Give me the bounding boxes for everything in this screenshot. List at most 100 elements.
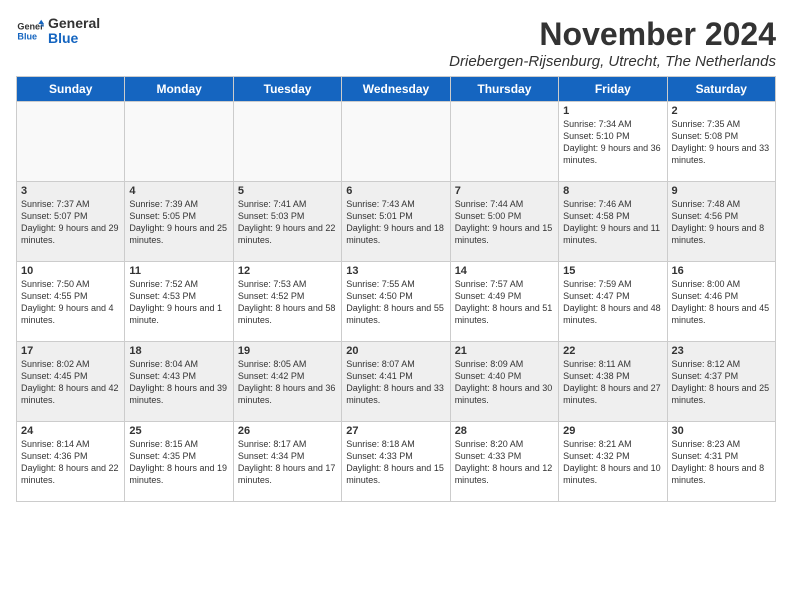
calendar-cell: 20Sunrise: 8:07 AM Sunset: 4:41 PM Dayli… bbox=[342, 342, 450, 422]
calendar-week-row: 24Sunrise: 8:14 AM Sunset: 4:36 PM Dayli… bbox=[17, 422, 776, 502]
day-info: Sunrise: 7:44 AM Sunset: 5:00 PM Dayligh… bbox=[455, 198, 554, 247]
logo: General Blue General Blue bbox=[16, 16, 100, 47]
calendar-table: SundayMondayTuesdayWednesdayThursdayFrid… bbox=[16, 76, 776, 502]
day-info: Sunrise: 8:00 AM Sunset: 4:46 PM Dayligh… bbox=[672, 278, 771, 327]
day-info: Sunrise: 8:05 AM Sunset: 4:42 PM Dayligh… bbox=[238, 358, 337, 407]
calendar-cell bbox=[450, 102, 558, 182]
day-info: Sunrise: 7:53 AM Sunset: 4:52 PM Dayligh… bbox=[238, 278, 337, 327]
day-number: 4 bbox=[129, 185, 228, 197]
day-info: Sunrise: 7:35 AM Sunset: 5:08 PM Dayligh… bbox=[672, 118, 771, 167]
calendar-cell: 4Sunrise: 7:39 AM Sunset: 5:05 PM Daylig… bbox=[125, 182, 233, 262]
day-number: 27 bbox=[346, 425, 445, 437]
calendar-cell bbox=[17, 102, 125, 182]
day-number: 2 bbox=[672, 105, 771, 117]
weekday-header-thursday: Thursday bbox=[450, 77, 558, 102]
logo-icon: General Blue bbox=[16, 17, 44, 45]
title-section: November 2024 Driebergen-Rijsenburg, Utr… bbox=[449, 16, 776, 70]
calendar-week-row: 3Sunrise: 7:37 AM Sunset: 5:07 PM Daylig… bbox=[17, 182, 776, 262]
day-info: Sunrise: 8:07 AM Sunset: 4:41 PM Dayligh… bbox=[346, 358, 445, 407]
day-number: 28 bbox=[455, 425, 554, 437]
weekday-header-tuesday: Tuesday bbox=[233, 77, 341, 102]
day-info: Sunrise: 7:55 AM Sunset: 4:50 PM Dayligh… bbox=[346, 278, 445, 327]
calendar-week-row: 17Sunrise: 8:02 AM Sunset: 4:45 PM Dayli… bbox=[17, 342, 776, 422]
day-info: Sunrise: 7:59 AM Sunset: 4:47 PM Dayligh… bbox=[563, 278, 662, 327]
day-number: 3 bbox=[21, 185, 120, 197]
day-info: Sunrise: 8:12 AM Sunset: 4:37 PM Dayligh… bbox=[672, 358, 771, 407]
day-number: 18 bbox=[129, 345, 228, 357]
calendar-week-row: 10Sunrise: 7:50 AM Sunset: 4:55 PM Dayli… bbox=[17, 262, 776, 342]
calendar-cell: 18Sunrise: 8:04 AM Sunset: 4:43 PM Dayli… bbox=[125, 342, 233, 422]
svg-text:Blue: Blue bbox=[17, 32, 37, 42]
location-subtitle: Driebergen-Rijsenburg, Utrecht, The Neth… bbox=[449, 53, 776, 70]
calendar-cell bbox=[342, 102, 450, 182]
day-number: 26 bbox=[238, 425, 337, 437]
day-number: 13 bbox=[346, 265, 445, 277]
day-number: 19 bbox=[238, 345, 337, 357]
day-info: Sunrise: 8:14 AM Sunset: 4:36 PM Dayligh… bbox=[21, 438, 120, 487]
day-number: 11 bbox=[129, 265, 228, 277]
calendar-cell: 5Sunrise: 7:41 AM Sunset: 5:03 PM Daylig… bbox=[233, 182, 341, 262]
calendar-cell: 24Sunrise: 8:14 AM Sunset: 4:36 PM Dayli… bbox=[17, 422, 125, 502]
day-info: Sunrise: 8:15 AM Sunset: 4:35 PM Dayligh… bbox=[129, 438, 228, 487]
calendar-cell: 15Sunrise: 7:59 AM Sunset: 4:47 PM Dayli… bbox=[559, 262, 667, 342]
calendar-cell: 11Sunrise: 7:52 AM Sunset: 4:53 PM Dayli… bbox=[125, 262, 233, 342]
day-number: 10 bbox=[21, 265, 120, 277]
day-number: 5 bbox=[238, 185, 337, 197]
day-number: 14 bbox=[455, 265, 554, 277]
weekday-header-wednesday: Wednesday bbox=[342, 77, 450, 102]
calendar-cell: 16Sunrise: 8:00 AM Sunset: 4:46 PM Dayli… bbox=[667, 262, 775, 342]
day-info: Sunrise: 8:21 AM Sunset: 4:32 PM Dayligh… bbox=[563, 438, 662, 487]
page-header: General Blue General Blue November 2024 … bbox=[16, 16, 776, 70]
calendar-cell: 12Sunrise: 7:53 AM Sunset: 4:52 PM Dayli… bbox=[233, 262, 341, 342]
day-info: Sunrise: 7:52 AM Sunset: 4:53 PM Dayligh… bbox=[129, 278, 228, 327]
day-number: 24 bbox=[21, 425, 120, 437]
day-number: 23 bbox=[672, 345, 771, 357]
calendar-cell: 30Sunrise: 8:23 AM Sunset: 4:31 PM Dayli… bbox=[667, 422, 775, 502]
weekday-header-row: SundayMondayTuesdayWednesdayThursdayFrid… bbox=[17, 77, 776, 102]
day-info: Sunrise: 7:46 AM Sunset: 4:58 PM Dayligh… bbox=[563, 198, 662, 247]
day-number: 20 bbox=[346, 345, 445, 357]
day-info: Sunrise: 8:20 AM Sunset: 4:33 PM Dayligh… bbox=[455, 438, 554, 487]
day-info: Sunrise: 7:34 AM Sunset: 5:10 PM Dayligh… bbox=[563, 118, 662, 167]
day-info: Sunrise: 7:50 AM Sunset: 4:55 PM Dayligh… bbox=[21, 278, 120, 327]
day-number: 6 bbox=[346, 185, 445, 197]
calendar-cell: 28Sunrise: 8:20 AM Sunset: 4:33 PM Dayli… bbox=[450, 422, 558, 502]
calendar-cell: 8Sunrise: 7:46 AM Sunset: 4:58 PM Daylig… bbox=[559, 182, 667, 262]
calendar-cell: 27Sunrise: 8:18 AM Sunset: 4:33 PM Dayli… bbox=[342, 422, 450, 502]
calendar-cell: 17Sunrise: 8:02 AM Sunset: 4:45 PM Dayli… bbox=[17, 342, 125, 422]
calendar-cell: 29Sunrise: 8:21 AM Sunset: 4:32 PM Dayli… bbox=[559, 422, 667, 502]
day-info: Sunrise: 7:39 AM Sunset: 5:05 PM Dayligh… bbox=[129, 198, 228, 247]
calendar-cell bbox=[233, 102, 341, 182]
calendar-cell: 22Sunrise: 8:11 AM Sunset: 4:38 PM Dayli… bbox=[559, 342, 667, 422]
calendar-cell: 10Sunrise: 7:50 AM Sunset: 4:55 PM Dayli… bbox=[17, 262, 125, 342]
calendar-week-row: 1Sunrise: 7:34 AM Sunset: 5:10 PM Daylig… bbox=[17, 102, 776, 182]
day-info: Sunrise: 8:04 AM Sunset: 4:43 PM Dayligh… bbox=[129, 358, 228, 407]
day-info: Sunrise: 8:17 AM Sunset: 4:34 PM Dayligh… bbox=[238, 438, 337, 487]
day-number: 12 bbox=[238, 265, 337, 277]
day-info: Sunrise: 8:02 AM Sunset: 4:45 PM Dayligh… bbox=[21, 358, 120, 407]
day-info: Sunrise: 8:11 AM Sunset: 4:38 PM Dayligh… bbox=[563, 358, 662, 407]
day-number: 1 bbox=[563, 105, 662, 117]
calendar-cell: 21Sunrise: 8:09 AM Sunset: 4:40 PM Dayli… bbox=[450, 342, 558, 422]
calendar-cell: 9Sunrise: 7:48 AM Sunset: 4:56 PM Daylig… bbox=[667, 182, 775, 262]
calendar-cell: 14Sunrise: 7:57 AM Sunset: 4:49 PM Dayli… bbox=[450, 262, 558, 342]
day-info: Sunrise: 8:23 AM Sunset: 4:31 PM Dayligh… bbox=[672, 438, 771, 487]
day-info: Sunrise: 7:43 AM Sunset: 5:01 PM Dayligh… bbox=[346, 198, 445, 247]
day-number: 25 bbox=[129, 425, 228, 437]
weekday-header-friday: Friday bbox=[559, 77, 667, 102]
day-number: 22 bbox=[563, 345, 662, 357]
calendar-cell: 7Sunrise: 7:44 AM Sunset: 5:00 PM Daylig… bbox=[450, 182, 558, 262]
calendar-cell: 13Sunrise: 7:55 AM Sunset: 4:50 PM Dayli… bbox=[342, 262, 450, 342]
day-number: 29 bbox=[563, 425, 662, 437]
calendar-cell: 25Sunrise: 8:15 AM Sunset: 4:35 PM Dayli… bbox=[125, 422, 233, 502]
day-number: 21 bbox=[455, 345, 554, 357]
day-number: 16 bbox=[672, 265, 771, 277]
day-number: 17 bbox=[21, 345, 120, 357]
calendar-cell bbox=[125, 102, 233, 182]
day-info: Sunrise: 7:57 AM Sunset: 4:49 PM Dayligh… bbox=[455, 278, 554, 327]
calendar-cell: 23Sunrise: 8:12 AM Sunset: 4:37 PM Dayli… bbox=[667, 342, 775, 422]
calendar-cell: 3Sunrise: 7:37 AM Sunset: 5:07 PM Daylig… bbox=[17, 182, 125, 262]
day-number: 15 bbox=[563, 265, 662, 277]
logo-blue-text: Blue bbox=[48, 31, 100, 46]
day-info: Sunrise: 7:41 AM Sunset: 5:03 PM Dayligh… bbox=[238, 198, 337, 247]
